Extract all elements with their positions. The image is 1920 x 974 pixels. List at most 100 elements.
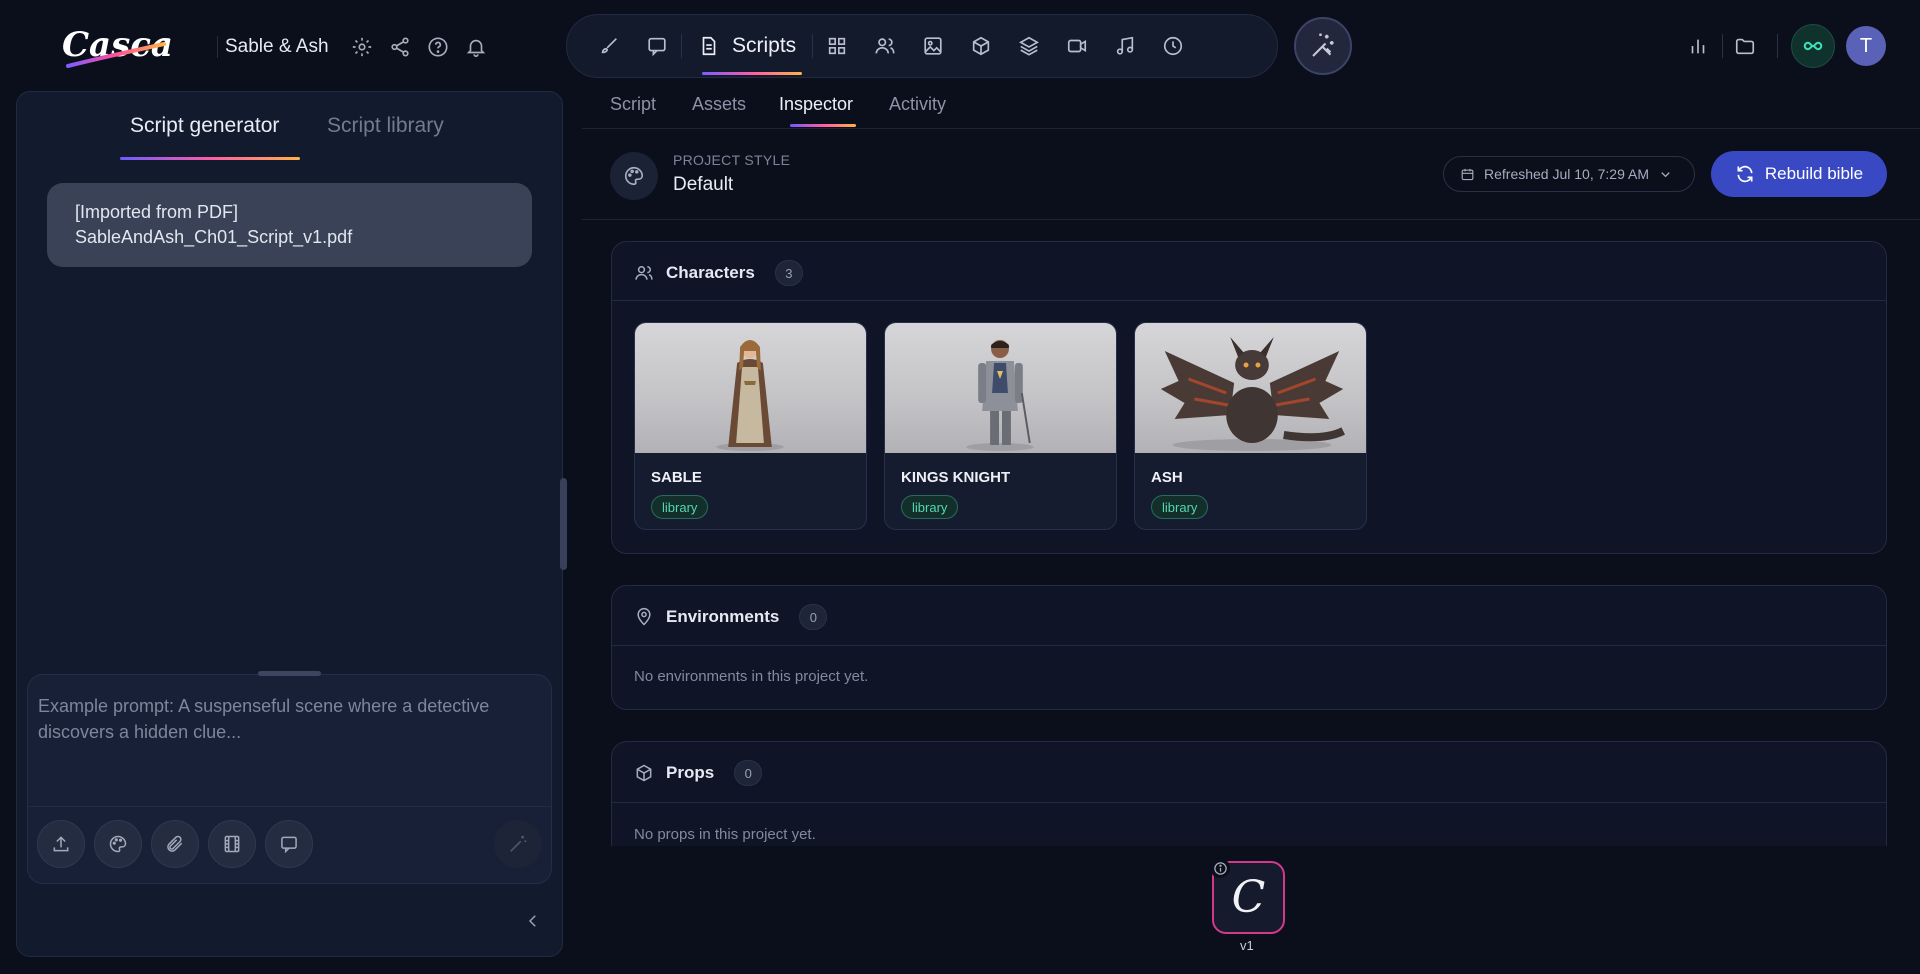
info-icon[interactable] bbox=[1210, 858, 1230, 878]
tab-script[interactable]: Script bbox=[610, 94, 656, 115]
paperclip-icon bbox=[167, 835, 183, 852]
project-style-label: PROJECT STYLE bbox=[673, 152, 791, 168]
message-line-filename: SableAndAsh_Ch01_Script_v1.pdf bbox=[75, 227, 353, 247]
tab-inspector[interactable]: Inspector bbox=[779, 94, 853, 115]
message-line-source: [Imported from PDF] bbox=[75, 202, 239, 222]
chat-icon[interactable] bbox=[633, 26, 681, 66]
comment-button[interactable] bbox=[265, 820, 313, 868]
rebuild-bible-button[interactable]: Rebuild bible bbox=[1711, 151, 1887, 197]
video-icon[interactable] bbox=[1053, 26, 1101, 66]
character-name: KINGS KNIGHT bbox=[901, 469, 1011, 486]
user-avatar[interactable]: T bbox=[1846, 26, 1886, 66]
project-bar: Sable & Ash bbox=[217, 30, 487, 64]
clock-icon[interactable] bbox=[1149, 26, 1197, 66]
characters-title: Characters bbox=[666, 263, 755, 282]
props-header[interactable]: Props 0 bbox=[634, 760, 763, 786]
style-button[interactable] bbox=[94, 820, 142, 868]
attach-button[interactable] bbox=[151, 820, 199, 868]
divider bbox=[582, 128, 1920, 129]
tab-scripts-label: Scripts bbox=[732, 34, 797, 57]
document-icon bbox=[702, 36, 716, 56]
characters-count: 3 bbox=[774, 260, 803, 286]
character-portrait bbox=[885, 323, 1116, 453]
environments-header[interactable]: Environments 0 bbox=[634, 604, 828, 630]
character-name: SABLE bbox=[651, 469, 702, 486]
tab-assets[interactable]: Assets bbox=[692, 94, 746, 115]
users-icon[interactable] bbox=[861, 26, 909, 66]
folder-icon[interactable] bbox=[1733, 26, 1757, 66]
tab-activity[interactable]: Activity bbox=[889, 94, 946, 115]
composer-drag-handle[interactable] bbox=[258, 671, 321, 676]
tab-script-library[interactable]: Script library bbox=[327, 114, 444, 138]
library-badge: library bbox=[651, 495, 709, 519]
tab-scripts[interactable]: Scripts bbox=[682, 26, 812, 75]
library-badge: library bbox=[1151, 495, 1209, 519]
comment-icon bbox=[281, 836, 297, 854]
project-style-value[interactable]: Default bbox=[673, 174, 733, 196]
grid-icon[interactable] bbox=[813, 26, 861, 66]
refresh-dropdown[interactable]: Refreshed Jul 10, 7:29 AM bbox=[1443, 156, 1695, 192]
refresh-icon bbox=[1737, 165, 1753, 183]
divider bbox=[582, 219, 1920, 220]
mode-toolbar: Scripts bbox=[566, 14, 1278, 78]
divider bbox=[612, 300, 1886, 301]
cascade-logo[interactable]: Cascade bbox=[60, 16, 172, 74]
character-portrait bbox=[635, 323, 866, 453]
magic-wand-icon[interactable] bbox=[1294, 17, 1352, 75]
imported-message: [Imported from PDF] SableAndAsh_Ch01_Scr… bbox=[47, 183, 532, 267]
character-card-kings-knight[interactable]: KINGS KNIGHT library bbox=[884, 322, 1117, 530]
film-button[interactable] bbox=[208, 820, 256, 868]
tab-script-generator[interactable]: Script generator bbox=[130, 114, 279, 138]
refresh-label: Refreshed Jul 10, 7:29 AM bbox=[1484, 166, 1649, 182]
character-card-sable[interactable]: SABLE library bbox=[634, 322, 867, 530]
divider bbox=[217, 36, 218, 58]
divider bbox=[1777, 34, 1778, 58]
project-name[interactable]: Sable & Ash bbox=[225, 36, 329, 58]
upload-icon bbox=[53, 836, 69, 852]
layers-icon[interactable] bbox=[1005, 26, 1053, 66]
panel-resize-handle[interactable] bbox=[560, 478, 567, 570]
divider bbox=[612, 802, 1886, 803]
palette-icon bbox=[109, 835, 127, 853]
environments-empty-text: No environments in this project yet. bbox=[634, 668, 869, 685]
props-empty-text: No props in this project yet. bbox=[634, 826, 816, 843]
map-pin-icon bbox=[637, 607, 651, 626]
infinity-icon[interactable] bbox=[1791, 24, 1835, 68]
character-name: ASH bbox=[1151, 469, 1183, 486]
character-portrait bbox=[1135, 323, 1366, 453]
upload-button[interactable] bbox=[37, 820, 85, 868]
bell-icon[interactable] bbox=[465, 36, 487, 58]
film-icon bbox=[224, 835, 240, 853]
rebuild-label: Rebuild bible bbox=[1764, 164, 1864, 183]
magic-wand-icon bbox=[510, 835, 527, 852]
character-card-ash[interactable]: ASH library bbox=[1134, 322, 1367, 530]
prompt-input[interactable] bbox=[38, 693, 538, 803]
divider bbox=[612, 645, 1886, 646]
gear-icon[interactable] bbox=[351, 36, 373, 58]
analytics-icon[interactable] bbox=[1686, 26, 1710, 66]
characters-section: Characters 3 SABLE library KINGS KNIGHT … bbox=[611, 241, 1887, 554]
props-title: Props bbox=[666, 763, 715, 782]
cube-icon bbox=[636, 764, 652, 782]
environments-section: Environments 0 No environments in this p… bbox=[611, 585, 1887, 710]
environments-title: Environments bbox=[666, 607, 780, 626]
version-label: v1 bbox=[1240, 938, 1254, 953]
share-icon[interactable] bbox=[389, 36, 411, 58]
generate-button[interactable] bbox=[494, 820, 542, 868]
library-badge: library bbox=[901, 495, 959, 519]
palette-icon bbox=[610, 152, 658, 200]
chevron-left-icon[interactable] bbox=[520, 908, 546, 934]
divider bbox=[1722, 34, 1723, 58]
chevron-down-icon bbox=[1661, 171, 1670, 177]
active-tab-indicator bbox=[120, 157, 300, 160]
music-icon[interactable] bbox=[1101, 26, 1149, 66]
divider bbox=[28, 806, 551, 807]
props-count: 0 bbox=[734, 760, 763, 786]
help-icon[interactable] bbox=[427, 36, 449, 58]
brush-icon[interactable] bbox=[585, 26, 633, 66]
cube-icon[interactable] bbox=[957, 26, 1005, 66]
environments-count: 0 bbox=[799, 604, 828, 630]
characters-header[interactable]: Characters 3 bbox=[634, 260, 803, 286]
users-icon bbox=[635, 266, 653, 280]
image-icon[interactable] bbox=[909, 26, 957, 66]
